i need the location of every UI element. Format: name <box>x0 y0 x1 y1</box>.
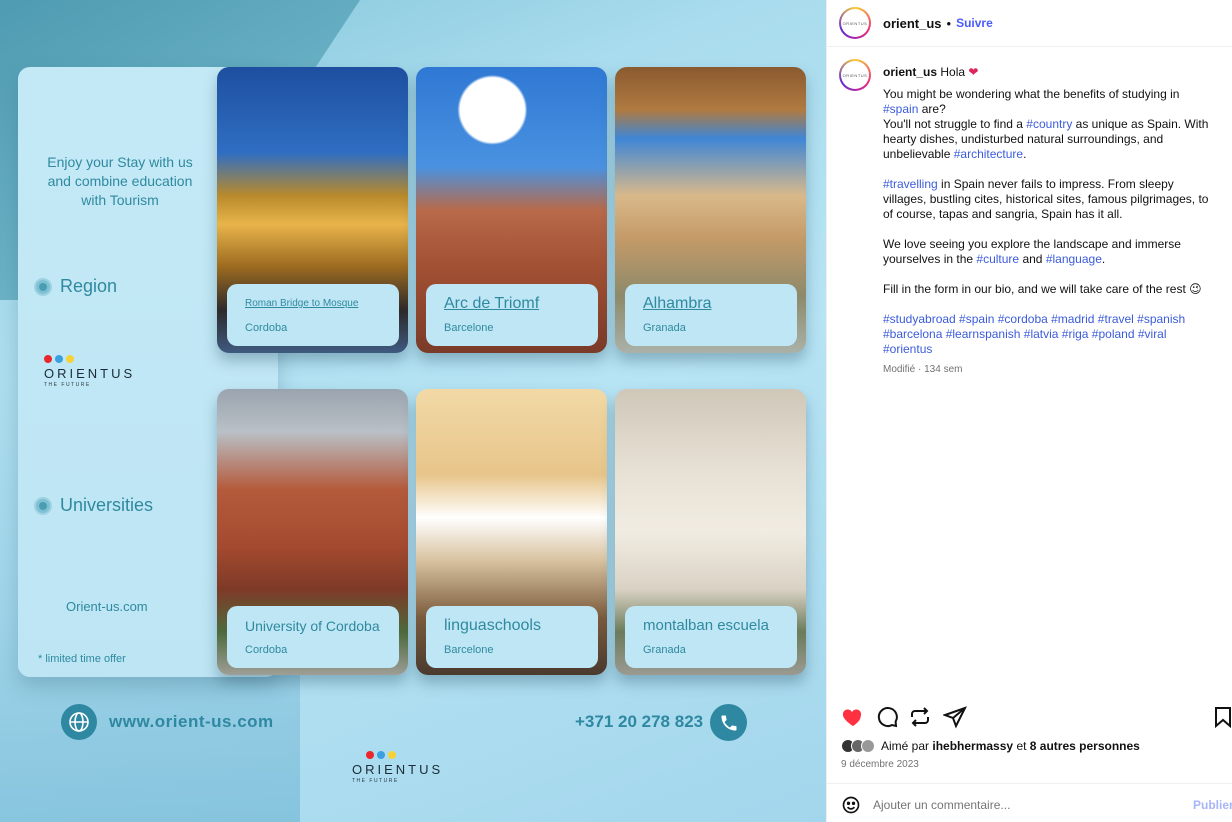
tile-sub: Granada <box>643 644 686 656</box>
radio-icon <box>34 496 52 515</box>
phone-text: +371 20 278 823 <box>575 712 704 731</box>
caption-text: You'll not struggle to find a <box>883 117 1023 131</box>
caption-text: You might be wondering what the benefits… <box>883 87 1180 101</box>
tile-title: Arc de Triomf <box>444 295 540 312</box>
like-heart-icon[interactable] <box>841 705 865 729</box>
tile-title: linguaschools <box>444 617 541 634</box>
tile-caption: Arc de Triomf Barcelone <box>426 284 598 346</box>
orientus-logo-bottom: ORIENTUS THE FUTURE <box>352 751 443 784</box>
universities-label: Universities <box>60 495 154 515</box>
logo-sub: THE FUTURE <box>352 778 399 784</box>
likes-prefix: Aimé par <box>881 739 930 753</box>
tagline: Enjoy your Stay with us and combine educ… <box>47 154 193 208</box>
hashtag-link[interactable]: #country <box>1026 117 1072 131</box>
site-small: Orient-us.com <box>66 599 148 614</box>
hashtag-link[interactable]: #culture <box>976 252 1019 266</box>
caption-avatar[interactable]: ORIENTUS <box>839 59 871 91</box>
website-text: www.orient-us.com <box>109 712 274 731</box>
logo-dots <box>44 355 135 363</box>
avatar[interactable]: ORIENTUS <box>839 7 871 39</box>
publish-button[interactable]: Publier <box>1193 798 1232 812</box>
tile-linguaschools: linguaschools Barcelone <box>416 389 607 675</box>
tile-title: Alhambra <box>643 295 712 312</box>
caption-username[interactable]: orient_us <box>883 65 937 79</box>
comment-icon[interactable] <box>875 705 899 729</box>
logo-word: ORIENTUS <box>44 366 136 381</box>
follow-button[interactable]: Suivre <box>956 16 993 30</box>
logo-sub: THE FUTURE <box>44 382 91 388</box>
caption-body: orient_us Hola ❤ You might be wondering … <box>883 65 1217 377</box>
tile-caption: montalban escuela Granada <box>625 606 797 668</box>
radio-icon <box>34 277 52 296</box>
tile-university-cordoba: University of Cordoba Cordoba <box>217 389 408 675</box>
username-link[interactable]: orient_us <box>883 16 942 31</box>
logo-dot-yellow <box>66 355 74 363</box>
tile-sub: Barcelone <box>444 644 494 656</box>
caption-text: are? <box>921 102 946 116</box>
likes-others-link[interactable]: 8 autres personnes <box>1030 739 1140 753</box>
logo-word: ORIENTUS <box>352 762 444 777</box>
comment-input[interactable] <box>873 798 1153 812</box>
tile-caption: linguaschools Barcelone <box>426 606 598 668</box>
hashtag-link[interactable]: #travelling <box>883 177 938 191</box>
heart-emoji-icon: ❤ <box>968 65 979 79</box>
tile-title: University of Cordoba <box>245 618 380 634</box>
caption-text: and <box>1022 252 1043 266</box>
region-row: Region <box>34 276 117 297</box>
tile-title: Roman Bridge to Mosque <box>245 298 359 309</box>
logo-dot-blue <box>377 751 385 759</box>
tile-alhambra: Alhambra Granada <box>615 67 806 353</box>
post-header: ORIENTUS orient_us • Suivre <box>827 0 1232 47</box>
phone-icon <box>710 704 747 741</box>
hashtag-link[interactable]: #spain <box>883 102 918 116</box>
universities-row: Universities <box>34 495 153 516</box>
tile-title: montalban escuela <box>643 617 769 634</box>
likes-summary[interactable]: Aimé par ihebhermassy et 8 autres person… <box>841 739 1140 753</box>
tile-caption: University of Cordoba Cordoba <box>227 606 399 668</box>
logo-dot-red <box>44 355 52 363</box>
share-icon[interactable] <box>942 705 967 729</box>
hashtag-link[interactable]: #language <box>1046 252 1102 266</box>
logo-dots <box>366 751 443 759</box>
tile-arc-de-triomf: Arc de Triomf Barcelone <box>416 67 607 353</box>
caption-text: Fill in the form in our bio, and we will… <box>883 282 1202 296</box>
tile-sub: Cordoba <box>245 322 288 334</box>
orientus-logo: ORIENTUS THE FUTURE <box>44 355 135 388</box>
post-date: 9 décembre 2023 <box>841 759 919 770</box>
limited-offer: * limited time offer <box>38 653 126 665</box>
tile-sub: Granada <box>643 322 686 334</box>
action-bar <box>841 705 1232 729</box>
post-image[interactable]: Enjoy your Stay with us and combine educ… <box>0 0 826 822</box>
bookmark-icon[interactable] <box>1211 705 1232 729</box>
logo-dot-red <box>366 751 374 759</box>
comment-bar: Publier <box>827 783 1232 822</box>
separator-dot: • <box>946 15 952 31</box>
liker-avatars <box>841 739 875 753</box>
hashtag-list[interactable]: #studyabroad #spain #cordoba #madrid #tr… <box>883 312 1217 357</box>
logo-dot-blue <box>55 355 63 363</box>
globe-icon <box>61 704 97 740</box>
post-side-panel: ORIENTUS orient_us • Suivre ORIENTUS ori… <box>826 0 1232 822</box>
tile-sub: Barcelone <box>444 322 494 334</box>
hashtag-link[interactable]: #architecture <box>954 147 1023 161</box>
logo-dot-yellow <box>388 751 396 759</box>
instagram-post-view: Enjoy your Stay with us and combine educ… <box>0 0 1232 822</box>
caption-greeting: Hola <box>940 65 966 79</box>
likes-user-link[interactable]: ihebhermassy <box>932 739 1013 753</box>
tile-montalban: montalban escuela Granada <box>615 389 806 675</box>
likes-suffix: et <box>1016 739 1027 753</box>
tile-caption: Alhambra Granada <box>625 284 797 346</box>
emoji-icon[interactable] <box>841 795 861 820</box>
region-label: Region <box>60 276 118 296</box>
tile-caption: Roman Bridge to Mosque Cordoba <box>227 284 399 346</box>
edited-meta: Modifié · 134 sem <box>883 364 963 375</box>
tile-roman-bridge: Roman Bridge to Mosque Cordoba <box>217 67 408 353</box>
repost-icon[interactable] <box>908 705 932 729</box>
tile-sub: Cordoba <box>245 644 288 656</box>
